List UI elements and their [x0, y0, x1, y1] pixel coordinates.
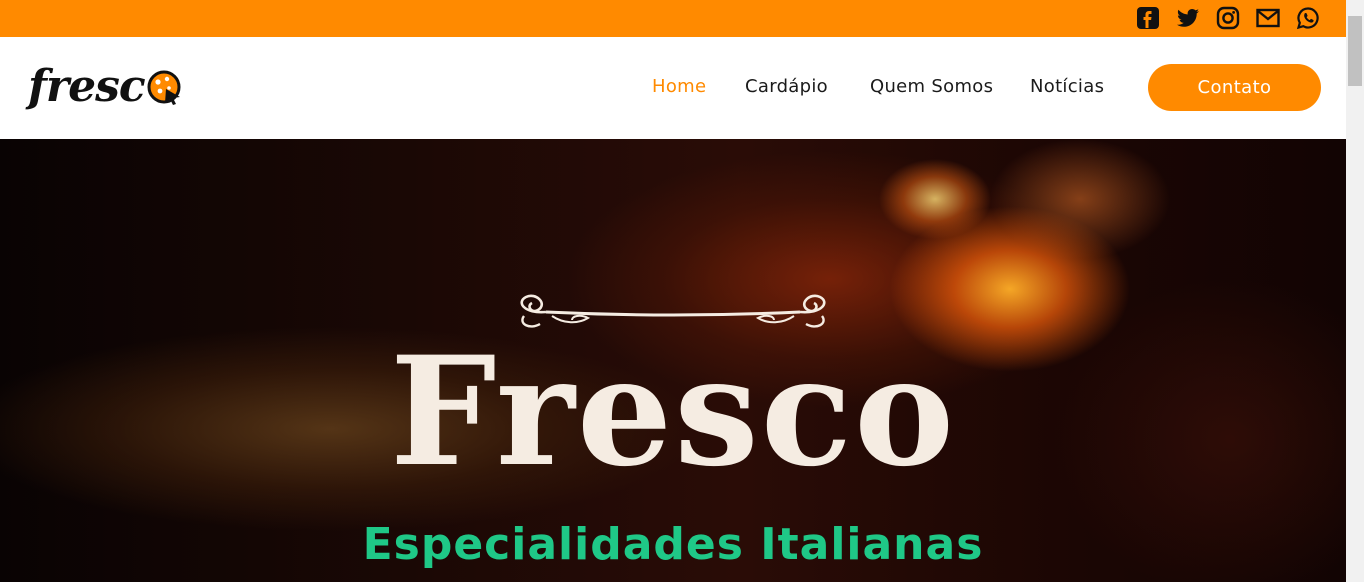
- nav-home[interactable]: Home: [652, 76, 706, 97]
- pizza-icon: [147, 70, 181, 105]
- contact-button[interactable]: Contato: [1148, 64, 1321, 111]
- nav-cardapio[interactable]: Cardápio: [745, 76, 828, 97]
- logo-text: fresc: [28, 61, 146, 112]
- social-bar: [0, 0, 1346, 37]
- scrollbar-thumb[interactable]: [1348, 16, 1362, 86]
- nav-quem-somos[interactable]: Quem Somos: [870, 76, 993, 97]
- hero-section: Fresco Especialidades Italianas: [0, 139, 1346, 582]
- nav-noticias[interactable]: Notícias: [1030, 76, 1104, 97]
- instagram-icon[interactable]: [1216, 6, 1240, 30]
- email-icon[interactable]: [1256, 6, 1280, 30]
- site-header: fresc Home Cardápio Quem Somos Notícias …: [0, 37, 1346, 139]
- page-scrollbar[interactable]: [1346, 0, 1364, 582]
- whatsapp-icon[interactable]: [1296, 6, 1320, 30]
- twitter-icon[interactable]: [1176, 6, 1200, 30]
- facebook-icon[interactable]: [1136, 6, 1160, 30]
- hero-subtitle: Especialidades Italianas: [362, 519, 984, 570]
- hero-title: Fresco: [389, 324, 957, 500]
- site-logo[interactable]: fresc: [28, 57, 188, 117]
